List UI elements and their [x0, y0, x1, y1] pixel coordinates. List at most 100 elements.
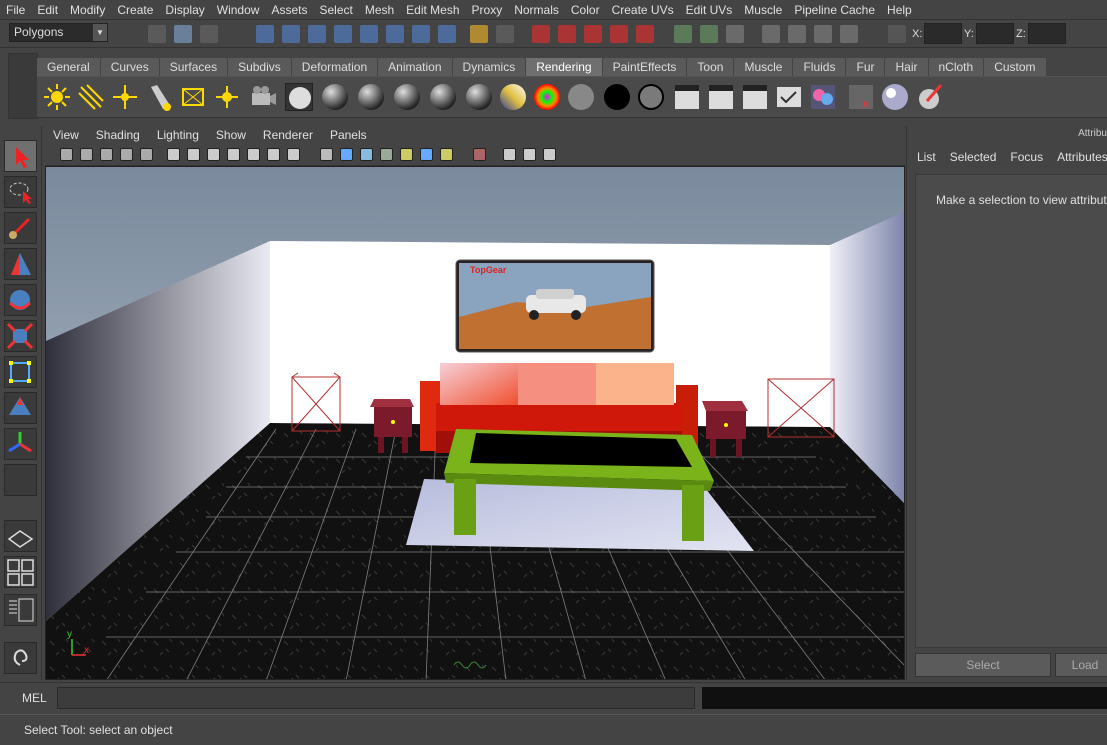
safe-title-icon[interactable] [287, 148, 300, 161]
construction-history-icon[interactable] [532, 25, 550, 43]
four-view-layout-icon[interactable] [4, 556, 37, 588]
bookmark-icon[interactable] [100, 148, 113, 161]
scale-tool-icon[interactable] [4, 320, 37, 352]
phong-e-sphere-icon[interactable] [429, 83, 457, 111]
menu-edit[interactable]: Edit [31, 3, 64, 17]
ae-menu-list[interactable]: List [917, 150, 936, 164]
film-gate-icon[interactable] [187, 148, 200, 161]
vp-menu-view[interactable]: View [45, 128, 88, 142]
tab-muscle[interactable]: Muscle [734, 58, 793, 76]
camera-select-icon[interactable] [60, 148, 73, 161]
magnet-live-icon[interactable] [636, 25, 654, 43]
gate-mask-icon[interactable] [227, 148, 240, 161]
hypershade-shelf-icon[interactable] [809, 83, 837, 111]
tab-fluids[interactable]: Fluids [793, 58, 846, 76]
material-checker-icon[interactable] [285, 83, 313, 111]
menu-window[interactable]: Window [211, 3, 266, 17]
mel-input[interactable] [57, 687, 695, 709]
chevron-down-icon[interactable]: ▼ [93, 24, 107, 41]
rotate-tool-icon[interactable] [4, 284, 37, 316]
batch-render-icon[interactable] [775, 83, 803, 111]
shader-ball-icon[interactable] [881, 83, 909, 111]
show-manipulator-icon[interactable] [4, 428, 37, 460]
tab-rendering[interactable]: Rendering [526, 58, 602, 76]
isolate-select-icon[interactable] [473, 148, 486, 161]
render-delete-icon[interactable]: x [847, 83, 875, 111]
vp-menu-panels[interactable]: Panels [322, 128, 376, 142]
snap-grid-icon[interactable] [256, 25, 274, 43]
menu-pipeline-cache[interactable]: Pipeline Cache [788, 3, 881, 17]
render-view-icon[interactable] [673, 83, 701, 111]
universal-manipulator-icon[interactable] [4, 356, 37, 388]
menu-set-dropdown[interactable]: Polygons ▼ [9, 23, 108, 42]
menu-assets[interactable]: Assets [265, 3, 313, 17]
shelf-options[interactable] [8, 53, 38, 119]
hypershade-icon[interactable] [840, 25, 858, 43]
tab-curves[interactable]: Curves [100, 58, 159, 76]
area-light-icon[interactable] [179, 83, 207, 111]
layered-shader-icon[interactable] [499, 83, 527, 111]
tab-surfaces[interactable]: Surfaces [159, 58, 228, 76]
vp-menu-show[interactable]: Show [208, 128, 255, 142]
menu-proxy[interactable]: Proxy [466, 3, 509, 17]
snap-plane-icon[interactable] [334, 25, 352, 43]
safe-action-icon[interactable] [267, 148, 280, 161]
select-object-icon[interactable] [174, 25, 192, 43]
render-settings-icon[interactable] [726, 25, 744, 43]
single-perspective-layout-icon[interactable] [4, 520, 37, 552]
tab-ncloth[interactable]: nCloth [928, 58, 984, 76]
load-button[interactable]: Load [1055, 653, 1107, 677]
menu-file[interactable]: File [0, 3, 31, 17]
menu-muscle[interactable]: Muscle [738, 3, 788, 17]
tab-painteffects[interactable]: PaintEffects [602, 58, 687, 76]
select-button[interactable]: Select [915, 653, 1051, 677]
high-quality-icon[interactable] [523, 148, 536, 161]
scene-render[interactable]: TopGear y x [46, 167, 905, 680]
menu-create-uvs[interactable]: Create UVs [606, 3, 680, 17]
shadows-icon[interactable] [440, 148, 453, 161]
blinn-sphere-icon[interactable] [321, 83, 349, 111]
mel-label[interactable]: MEL [22, 691, 47, 705]
wireframe-on-shaded-icon[interactable] [360, 148, 373, 161]
menu-modify[interactable]: Modify [64, 3, 111, 17]
lights-icon[interactable] [420, 148, 433, 161]
ipr-render-icon[interactable] [700, 25, 718, 43]
move-tool-icon[interactable] [4, 248, 37, 280]
anisotropic-sphere-icon[interactable] [465, 83, 493, 111]
share-icon[interactable] [543, 148, 556, 161]
spot-light-icon[interactable] [145, 83, 173, 111]
output-ops-icon[interactable] [584, 25, 602, 43]
tab-general[interactable]: General [37, 58, 100, 76]
menu-select[interactable]: Select [313, 3, 358, 17]
select-hierarchy-icon[interactable] [148, 25, 166, 43]
tab-fur[interactable]: Fur [846, 58, 885, 76]
select-tool-icon[interactable] [4, 140, 37, 172]
textured-icon[interactable] [400, 148, 413, 161]
ipr-render-shelf-icon[interactable] [741, 83, 769, 111]
clapboard-icon[interactable] [762, 25, 780, 43]
volume-light-icon[interactable] [213, 83, 241, 111]
select-component-icon[interactable] [200, 25, 218, 43]
snap-point-icon[interactable] [308, 25, 326, 43]
tab-subdivs[interactable]: Subdivs [228, 58, 291, 76]
paint-select-tool-icon[interactable] [4, 212, 37, 244]
tab-animation[interactable]: Animation [378, 58, 452, 76]
crosshair-icon[interactable] [888, 25, 906, 43]
ae-menu-attributes[interactable]: Attributes [1057, 150, 1107, 164]
menu-edit-uvs[interactable]: Edit UVs [680, 3, 739, 17]
vp-menu-lighting[interactable]: Lighting [149, 128, 208, 142]
vp-menu-renderer[interactable]: Renderer [255, 128, 322, 142]
camera-attributes-icon[interactable] [80, 148, 93, 161]
menu-normals[interactable]: Normals [508, 3, 565, 17]
ramp-shader-icon[interactable] [533, 83, 561, 111]
grid-toggle-icon[interactable] [167, 148, 180, 161]
tab-deformation[interactable]: Deformation [291, 58, 378, 76]
tab-hair[interactable]: Hair [885, 58, 928, 76]
ae-menu-selected[interactable]: Selected [950, 150, 997, 164]
resolution-gate-icon[interactable] [207, 148, 220, 161]
spiral-icon[interactable] [4, 642, 37, 674]
wireframe-icon[interactable] [320, 148, 333, 161]
tab-toon[interactable]: Toon [687, 58, 734, 76]
menu-edit-mesh[interactable]: Edit Mesh [400, 3, 465, 17]
menu-display[interactable]: Display [159, 3, 210, 17]
